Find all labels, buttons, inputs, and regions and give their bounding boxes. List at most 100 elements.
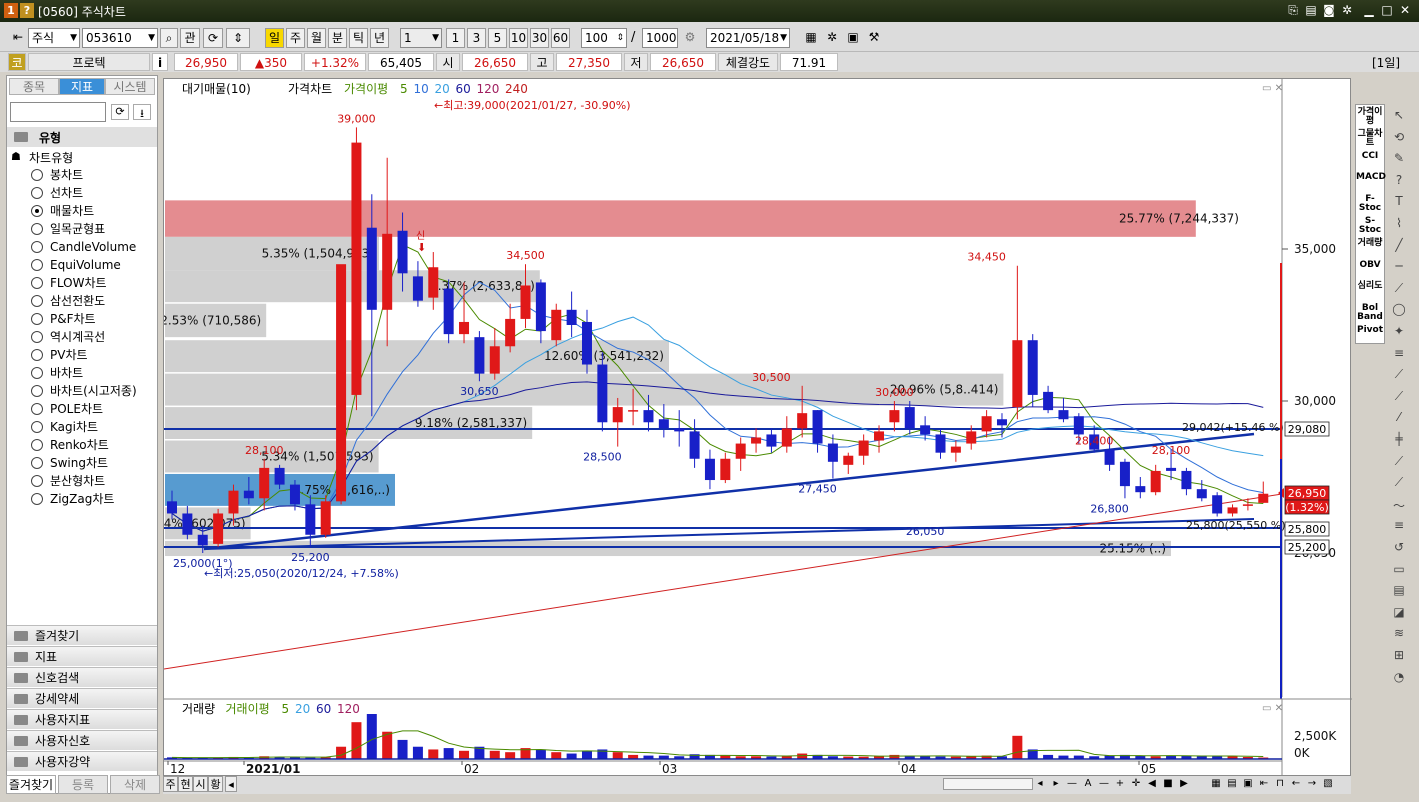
- interval-button[interactable]: 5: [488, 28, 507, 48]
- indicator-shortcut[interactable]: Bol Band: [1356, 304, 1384, 322]
- draw-tool-icon[interactable]: ✦: [1390, 324, 1408, 340]
- indicator-shortcut[interactable]: 심리도: [1356, 282, 1384, 291]
- mode-button[interactable]: 시: [193, 776, 208, 792]
- chart-type-label[interactable]: FLOW차트: [50, 276, 107, 290]
- maximize-icon[interactable]: □: [1380, 3, 1394, 18]
- chart-type-label[interactable]: 삼선전환도: [50, 294, 105, 308]
- chart-type-radio[interactable]: [31, 277, 43, 289]
- draw-tool-icon[interactable]: ◔: [1390, 670, 1408, 686]
- period-button[interactable]: 일: [265, 28, 284, 48]
- close-icon[interactable]: ✕: [1398, 3, 1412, 18]
- accordion-item[interactable]: 사용자지표: [7, 709, 157, 729]
- chart-type-radio[interactable]: [31, 349, 43, 361]
- draw-tool-icon[interactable]: ⟋: [1390, 367, 1408, 383]
- chart-type-label[interactable]: EquiVolume: [50, 258, 121, 272]
- filter-input[interactable]: [10, 102, 106, 122]
- chart-tool-icon[interactable]: —: [1097, 777, 1111, 791]
- chart-type-radio[interactable]: [31, 439, 43, 451]
- chart-tool-icon[interactable]: ⇤: [1257, 777, 1271, 791]
- draw-tool-icon[interactable]: ↖: [1390, 108, 1408, 124]
- save-icon[interactable]: ▣: [844, 28, 862, 48]
- tab-indicators[interactable]: 지표: [59, 78, 105, 95]
- indicator-shortcut[interactable]: OBV: [1356, 260, 1384, 270]
- chart-tool-icon[interactable]: ▶: [1177, 777, 1191, 791]
- print-icon[interactable]: ▤: [1304, 3, 1318, 18]
- indicator-shortcut[interactable]: 가격이평: [1356, 108, 1384, 126]
- chart-type-label[interactable]: 일목균형표: [50, 222, 105, 236]
- chart-tool-icon[interactable]: ✛: [1129, 777, 1143, 791]
- indicator-shortcut[interactable]: MACD: [1356, 173, 1386, 182]
- accordion-item[interactable]: 즐겨찾기: [7, 625, 157, 645]
- chart-type-label[interactable]: Swing차트: [50, 456, 108, 470]
- chart-type-radio[interactable]: [31, 187, 43, 199]
- tools-icon[interactable]: ⚒: [865, 28, 883, 48]
- interval-button[interactable]: 30: [530, 28, 549, 48]
- draw-tool-icon[interactable]: ≡: [1390, 518, 1408, 534]
- interval-button[interactable]: 1: [446, 28, 465, 48]
- chart-type-radio[interactable]: [31, 493, 43, 505]
- draw-tool-icon[interactable]: ◯: [1390, 302, 1408, 318]
- draw-tool-icon[interactable]: ⟲: [1390, 130, 1408, 146]
- interval-select[interactable]: 1 ▼: [400, 28, 442, 48]
- chart-tool-icon[interactable]: +: [1113, 777, 1127, 791]
- draw-tool-icon[interactable]: ⁄: [1390, 410, 1408, 426]
- draw-tool-icon[interactable]: ⟋: [1390, 475, 1408, 491]
- mode-button[interactable]: 주: [163, 776, 178, 792]
- scroll-left-icon[interactable]: ◂: [225, 776, 237, 792]
- accordion-item[interactable]: 사용자신호: [7, 730, 157, 750]
- draw-tool-icon[interactable]: ⌇: [1390, 216, 1408, 232]
- period-button[interactable]: 년: [370, 28, 389, 48]
- chart-type-label[interactable]: 바차트(시고저종): [50, 384, 137, 398]
- draw-tool-icon[interactable]: ✎: [1390, 151, 1408, 167]
- search-icon[interactable]: ⌕: [160, 28, 178, 48]
- draw-tool-icon[interactable]: ▤: [1390, 583, 1408, 599]
- date-select[interactable]: 2021/05/18 ▼: [706, 28, 790, 48]
- chart-tool-icon[interactable]: ⊓: [1273, 777, 1287, 791]
- accordion-item[interactable]: 강세약세: [7, 688, 157, 708]
- draw-tool-icon[interactable]: ⟋: [1390, 281, 1408, 297]
- total-count-input[interactable]: 1000: [642, 28, 678, 48]
- tab-stocks[interactable]: 종목: [9, 78, 59, 95]
- indicator-shortcut[interactable]: Pivot: [1356, 326, 1384, 335]
- draw-tool-icon[interactable]: ╱: [1390, 238, 1408, 254]
- refresh-icon[interactable]: ⟳: [203, 28, 223, 48]
- scrollbar[interactable]: [943, 778, 1033, 790]
- chart-type-radio[interactable]: [31, 205, 43, 217]
- chart-tool-icon[interactable]: →: [1305, 777, 1319, 791]
- chart-tool-icon[interactable]: ▸: [1049, 777, 1063, 791]
- draw-tool-icon[interactable]: ╪: [1390, 432, 1408, 448]
- chart-tool-icon[interactable]: —: [1065, 777, 1079, 791]
- draw-tool-icon[interactable]: ≡: [1390, 346, 1408, 362]
- gwan-button[interactable]: 관: [180, 28, 200, 48]
- chart-tool-icon[interactable]: ←: [1289, 777, 1303, 791]
- chart-type-label[interactable]: 매물차트: [50, 204, 94, 218]
- indicator-shortcut[interactable]: F-Stoc: [1356, 195, 1384, 213]
- chart-type-radio[interactable]: [31, 403, 43, 415]
- code-input[interactable]: 053610 ▼: [82, 28, 158, 48]
- accordion-item[interactable]: 지표: [7, 646, 157, 666]
- chart-tool-icon[interactable]: ▧: [1321, 777, 1335, 791]
- period-button[interactable]: 월: [307, 28, 326, 48]
- config-icon[interactable]: ✲: [823, 28, 841, 48]
- chart-type-label[interactable]: 역시계곡선: [50, 330, 105, 344]
- download-icon[interactable]: ⭳: [133, 104, 151, 120]
- chart-type-radio[interactable]: [31, 385, 43, 397]
- chart-tool-icon[interactable]: ▦: [1209, 777, 1223, 791]
- price-chart[interactable]: 25.77% (7,244,337)5.35% (1,504,963)9.37%…: [164, 79, 1352, 699]
- chart-type-label[interactable]: POLE차트: [50, 402, 103, 416]
- period-button[interactable]: 주: [286, 28, 305, 48]
- first-icon[interactable]: ⇤: [8, 28, 28, 48]
- accordion-item[interactable]: 신호검색: [7, 667, 157, 687]
- mode-button[interactable]: 황: [208, 776, 223, 792]
- interval-button[interactable]: 60: [551, 28, 570, 48]
- draw-tool-icon[interactable]: ▭: [1390, 562, 1408, 578]
- settings-small-icon[interactable]: ⚙: [680, 28, 700, 48]
- reload-icon[interactable]: ⟳: [111, 104, 129, 120]
- chart-type-label[interactable]: P&F차트: [50, 312, 96, 326]
- indicator-shortcut[interactable]: S-Stoc: [1356, 217, 1384, 235]
- tab-system[interactable]: 시스템: [105, 78, 155, 95]
- indicator-shortcut[interactable]: 거래량: [1356, 238, 1384, 248]
- chart-type-label[interactable]: 바차트: [50, 366, 83, 380]
- draw-tool-icon[interactable]: T: [1390, 194, 1408, 210]
- chart-type-radio[interactable]: [31, 223, 43, 235]
